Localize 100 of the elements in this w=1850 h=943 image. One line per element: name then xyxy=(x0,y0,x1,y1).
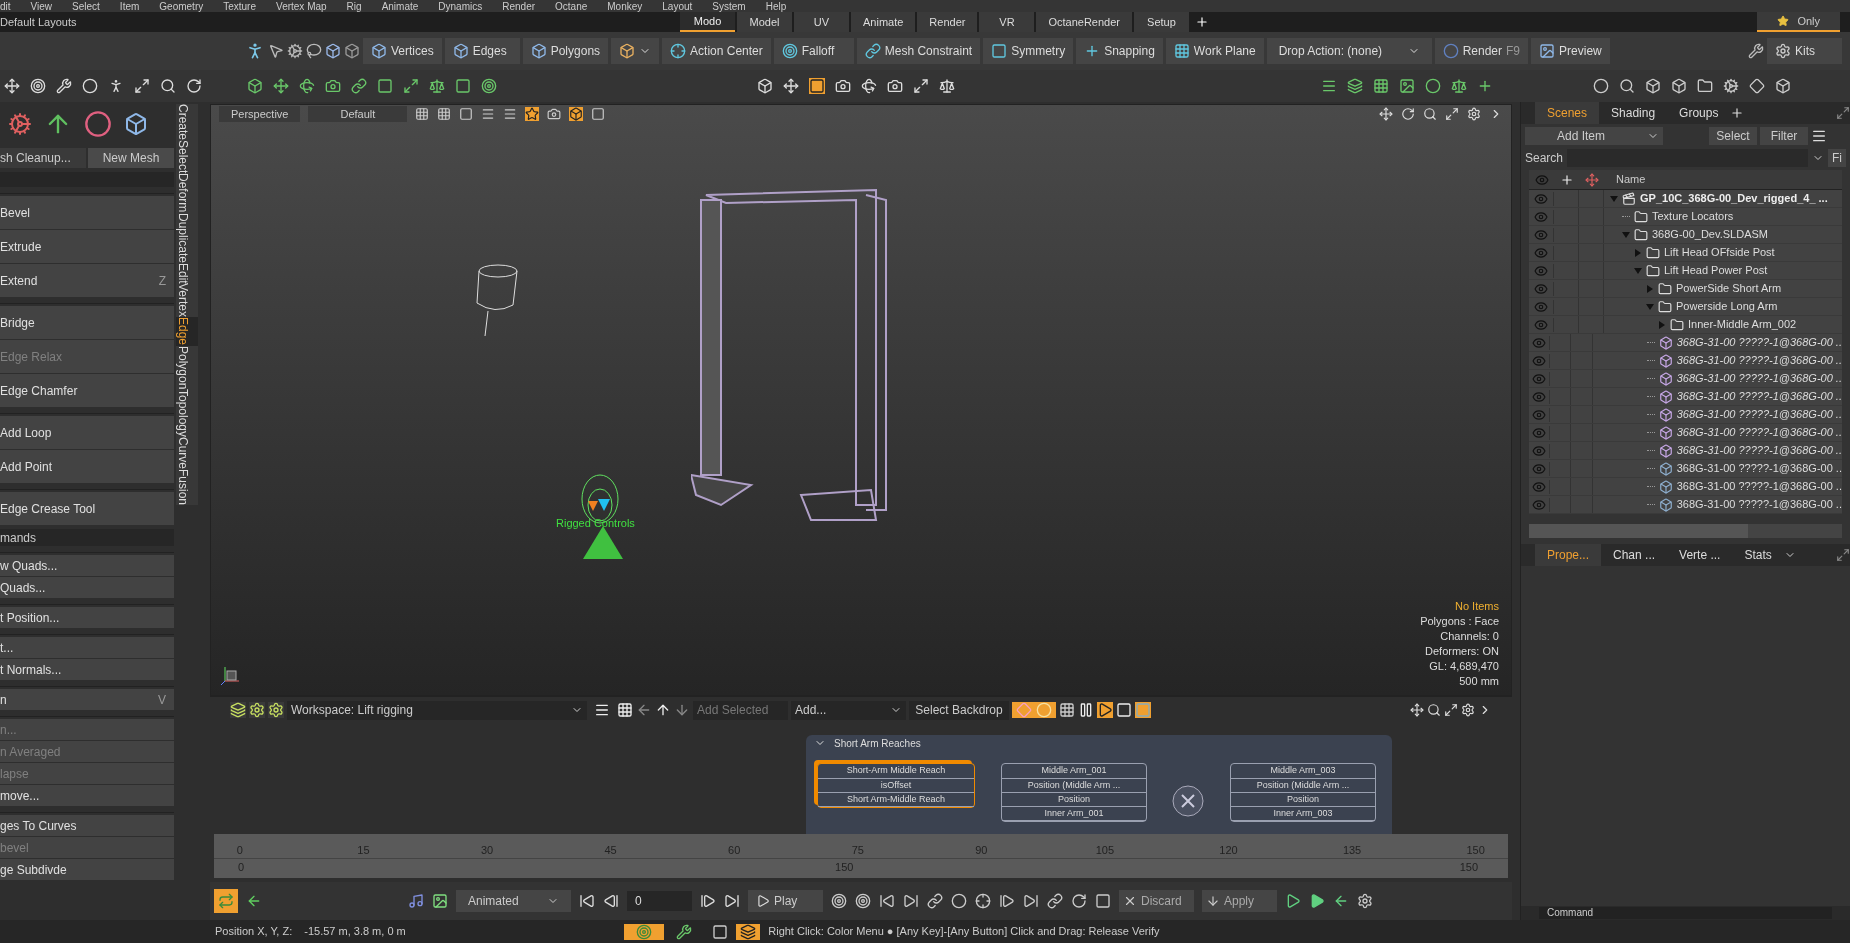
target-icon[interactable] xyxy=(781,43,798,59)
command-button[interactable]: t Normals... xyxy=(0,659,174,680)
layout-tab[interactable]: Animate xyxy=(851,12,916,32)
frame-field[interactable]: 0 xyxy=(627,891,692,911)
add-tab-icon[interactable] xyxy=(1195,15,1209,29)
layout-tab[interactable]: Model xyxy=(737,12,792,32)
menu-item[interactable]: Help xyxy=(765,1,787,12)
view-option-icon[interactable] xyxy=(481,107,496,121)
preset-button[interactable]: New Mesh xyxy=(88,148,174,168)
key-tool-icon[interactable] xyxy=(1023,893,1039,909)
first-frame-icon[interactable] xyxy=(579,893,595,909)
tool-icon[interactable] xyxy=(351,78,367,94)
menu-item[interactable]: Layout xyxy=(662,1,693,12)
scrollbar-thumb[interactable] xyxy=(1529,524,1749,538)
tool-icon[interactable] xyxy=(4,78,20,94)
command-button[interactable]: move... xyxy=(0,785,174,806)
column-header[interactable]: Name xyxy=(1604,171,1646,188)
panel-tab[interactable]: Prope... xyxy=(1535,544,1602,566)
vertical-tab[interactable]: Fusion xyxy=(176,468,198,505)
zoom-icon[interactable] xyxy=(1427,703,1441,717)
graph-node[interactable]: Middle Arm_003 Position (Middle Arm ... Position Inner Arm_003 xyxy=(1230,763,1376,822)
play-button[interactable]: Play xyxy=(748,890,823,912)
command-button[interactable]: ges To Curves xyxy=(0,815,174,836)
render-button[interactable]: Render F9 xyxy=(1434,38,1529,64)
filter-button[interactable]: Filter xyxy=(1760,127,1808,145)
tool-icon[interactable] xyxy=(455,78,471,94)
zoom-icon[interactable] xyxy=(1423,107,1437,121)
tool-button[interactable]: Work Plane xyxy=(1165,38,1264,64)
command-button[interactable]: Extrude xyxy=(0,230,174,263)
command-button[interactable]: t... xyxy=(0,637,174,658)
vertical-tab[interactable]: Vertex xyxy=(176,283,198,318)
select-button[interactable]: Select xyxy=(1709,127,1757,145)
view-option-icon[interactable] xyxy=(525,107,540,121)
tool-icon[interactable] xyxy=(809,78,825,94)
cube-icon[interactable] xyxy=(1658,479,1673,494)
cube-icon[interactable] xyxy=(1658,497,1673,512)
crosshair-icon[interactable] xyxy=(670,43,687,59)
command-button[interactable]: Add Loop xyxy=(0,416,174,449)
pointer-icon[interactable] xyxy=(268,43,284,59)
key-tool-icon[interactable] xyxy=(879,893,895,909)
cube-icon[interactable] xyxy=(1658,371,1673,386)
cube-icon[interactable] xyxy=(1658,335,1673,350)
key-tool-icon[interactable] xyxy=(831,893,847,909)
key-tool-icon[interactable] xyxy=(1047,893,1063,909)
layers-icon[interactable] xyxy=(740,923,757,940)
selection-mode-button[interactable]: Edges xyxy=(444,38,520,64)
gears-icon[interactable] xyxy=(1775,43,1791,59)
tool-icon[interactable] xyxy=(325,78,341,94)
layout-tab[interactable]: OctaneRender xyxy=(1036,12,1132,32)
tool-button[interactable]: Falloff xyxy=(773,38,854,64)
menu-item[interactable]: System xyxy=(712,1,746,12)
add-selected-field[interactable]: Add Selected xyxy=(693,700,788,720)
command-button[interactable]: Bevel xyxy=(0,196,174,229)
menu-item[interactable]: Select xyxy=(72,1,100,12)
tool-icon[interactable] xyxy=(1477,78,1493,94)
view-option-icon[interactable] xyxy=(503,107,518,121)
viewport[interactable]: Perspective Default Rigged Controls No Items Polygons : Face Channels: 0 Deformers: ON GL: 4,689,470 500 mm xyxy=(210,104,1512,696)
play-icon[interactable] xyxy=(1097,702,1113,718)
key-tool-icon[interactable] xyxy=(975,893,991,909)
cube-icon[interactable] xyxy=(1658,353,1673,368)
menu-item[interactable]: View xyxy=(30,1,53,12)
grid-icon[interactable] xyxy=(1173,43,1190,59)
play-outline-icon[interactable] xyxy=(1285,893,1301,909)
tool-icon[interactable] xyxy=(273,78,289,94)
folder-icon[interactable] xyxy=(1634,227,1648,242)
tool-icon[interactable] xyxy=(1373,78,1389,94)
audio-icon[interactable] xyxy=(408,893,424,909)
key-tool-icon[interactable] xyxy=(1071,893,1087,909)
workspace-dropdown[interactable]: Workspace: Lift rigging xyxy=(287,700,587,720)
key-tool-icon[interactable] xyxy=(927,893,943,909)
list-icon[interactable] xyxy=(1811,128,1827,144)
tool-icon[interactable] xyxy=(1347,78,1363,94)
tool-icon[interactable] xyxy=(913,78,929,94)
folder-icon[interactable] xyxy=(1658,299,1672,314)
command-button[interactable]: Quads... xyxy=(0,577,174,598)
previous-key-icon[interactable] xyxy=(603,893,619,909)
tool-button[interactable]: Symmetry xyxy=(983,38,1074,64)
settings-icon[interactable] xyxy=(1467,107,1481,121)
vertical-tab[interactable]: Edit xyxy=(176,262,198,284)
only-filter-button[interactable]: Only xyxy=(1757,12,1840,32)
tool-icon[interactable] xyxy=(377,78,393,94)
shading-dropdown[interactable]: Default xyxy=(308,105,408,123)
cube-icon[interactable] xyxy=(124,112,148,136)
panel-tab[interactable]: Stats xyxy=(1732,544,1784,566)
command-button[interactable]: w Quads... xyxy=(0,555,174,576)
pause-icon[interactable] xyxy=(1078,702,1094,718)
tool-icon[interactable] xyxy=(835,78,851,94)
command-button[interactable]: Bridge xyxy=(0,306,174,339)
key-tool-icon[interactable] xyxy=(951,893,967,909)
maximize-icon[interactable] xyxy=(1445,107,1459,121)
tool-button[interactable]: Action Center xyxy=(662,38,771,64)
tool-icon[interactable] xyxy=(1697,78,1713,94)
layout-tab[interactable]: UV xyxy=(794,12,849,32)
menu-item[interactable]: Animate xyxy=(381,1,419,12)
preset-button[interactable]: sh Cleanup... xyxy=(0,148,86,168)
vertical-tab[interactable]: Duplicate xyxy=(176,212,198,263)
panel-tab[interactable]: Groups xyxy=(1667,102,1731,124)
tool-icon[interactable] xyxy=(134,78,150,94)
square-icon[interactable] xyxy=(712,923,729,940)
filter-field-button[interactable]: Fi xyxy=(1828,149,1846,167)
